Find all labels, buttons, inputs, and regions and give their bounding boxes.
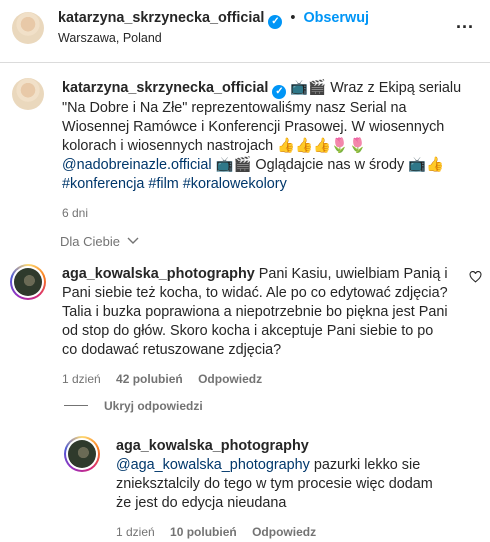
- comment-meta: 1 dzień 42 polubień Odpowiedz: [62, 370, 472, 389]
- reply-text: znieksztalcily do tego w tym procesie wi…: [116, 476, 433, 492]
- comment-username[interactable]: aga_kowalska_photography: [62, 266, 255, 282]
- hide-replies-toggle[interactable]: Ukryj odpowiedzi: [64, 399, 203, 413]
- caption-text: 📺🎬 Oglądajcie nas w środy 📺👍: [211, 157, 445, 173]
- comment-text: co dodawać retuszowane zdjęcia?: [62, 342, 282, 358]
- caption-mention-link[interactable]: @nadobreinazle.official: [62, 157, 212, 173]
- reply-avatar: [68, 440, 96, 468]
- comment-reply-button[interactable]: Odpowiedz: [198, 372, 262, 386]
- reply-meta: 1 dzień 10 polubień Odpowiedz: [116, 523, 476, 542]
- comments-filter-dropdown[interactable]: Dla Ciebie: [60, 234, 139, 249]
- post-caption: katarzyna_skrzynecka_official ✓ 📺🎬 Wraz …: [62, 79, 482, 223]
- reply-text: pazurki lekko sie: [309, 457, 421, 473]
- verified-badge-icon: ✓: [272, 85, 287, 99]
- caption-username[interactable]: katarzyna_skrzynecka_official: [62, 80, 268, 96]
- hide-replies-label: Ukryj odpowiedzi: [104, 399, 203, 413]
- comment-text: Talia i buzka poprawiona a niepotrzebnie…: [62, 304, 448, 320]
- caption-text: kolorach i wiosennych nastrojach 👍👍👍🌷🌷: [62, 138, 367, 154]
- reply-username[interactable]: aga_kowalska_photography: [116, 437, 476, 456]
- reply-avatar-inner: [66, 438, 98, 470]
- filter-label: Dla Ciebie: [60, 234, 120, 249]
- replies-line: [64, 405, 88, 406]
- commenter-avatar-inner: [12, 266, 44, 298]
- reply-avatar-ring[interactable]: [64, 436, 100, 472]
- reply-timestamp: 1 dzień: [116, 525, 155, 539]
- caption-avatar[interactable]: [12, 78, 44, 110]
- reply-likes-count[interactable]: 10 polubień: [170, 525, 237, 539]
- caption-timestamp: 6 dni: [62, 206, 89, 220]
- reply-body: aga_kowalska_photography @aga_kowalska_p…: [116, 437, 476, 542]
- reply-mention-link[interactable]: @aga_kowalska_photography: [116, 457, 310, 473]
- comment-text: Pani siebie też kocha, to widać. Ale po …: [62, 285, 448, 301]
- heart-icon[interactable]: [469, 271, 482, 283]
- comment-text: od stop do głów. Skoro kocha i akceptuje…: [62, 323, 434, 339]
- follow-button[interactable]: Obserwuj: [303, 10, 369, 26]
- caption-text: "Na Dobre i Na Złe" reprezentowaliśmy na…: [62, 100, 407, 116]
- reply-reply-button[interactable]: Odpowiedz: [252, 525, 316, 539]
- comment-likes-count[interactable]: 42 polubień: [116, 372, 183, 386]
- caption-text: Wiosennej Ramówce i Konferencji Prasowej…: [62, 119, 445, 135]
- comment-body: aga_kowalska_photography Pani Kasiu, uwi…: [62, 265, 472, 389]
- verified-badge-icon: ✓: [268, 15, 283, 29]
- author-username[interactable]: katarzyna_skrzynecka_official: [58, 10, 264, 26]
- reply-text: że jest do edycja nieudana: [116, 495, 287, 511]
- caption-hashtags[interactable]: #konferencja #film #koralowekolory: [62, 175, 482, 194]
- commenter-avatar: [14, 268, 42, 296]
- header-title-row: katarzyna_skrzynecka_official ✓ • Obserw…: [58, 10, 369, 29]
- comment-text: Pani Kasiu, uwielbiam Panią i: [254, 266, 448, 282]
- post-header: katarzyna_skrzynecka_official ✓ • Obserw…: [0, 0, 490, 62]
- location-link[interactable]: Warszawa, Poland: [58, 31, 162, 45]
- more-options-icon[interactable]: ...: [456, 12, 474, 33]
- separator-dot: •: [290, 10, 296, 26]
- header-divider: [0, 62, 490, 63]
- commenter-avatar-ring[interactable]: [10, 264, 46, 300]
- author-avatar[interactable]: [12, 12, 44, 44]
- chevron-down-icon: [127, 237, 139, 244]
- caption-text: 📺🎬 Wraz z Ekipą serialu: [290, 80, 462, 96]
- comment-timestamp: 1 dzień: [62, 372, 101, 386]
